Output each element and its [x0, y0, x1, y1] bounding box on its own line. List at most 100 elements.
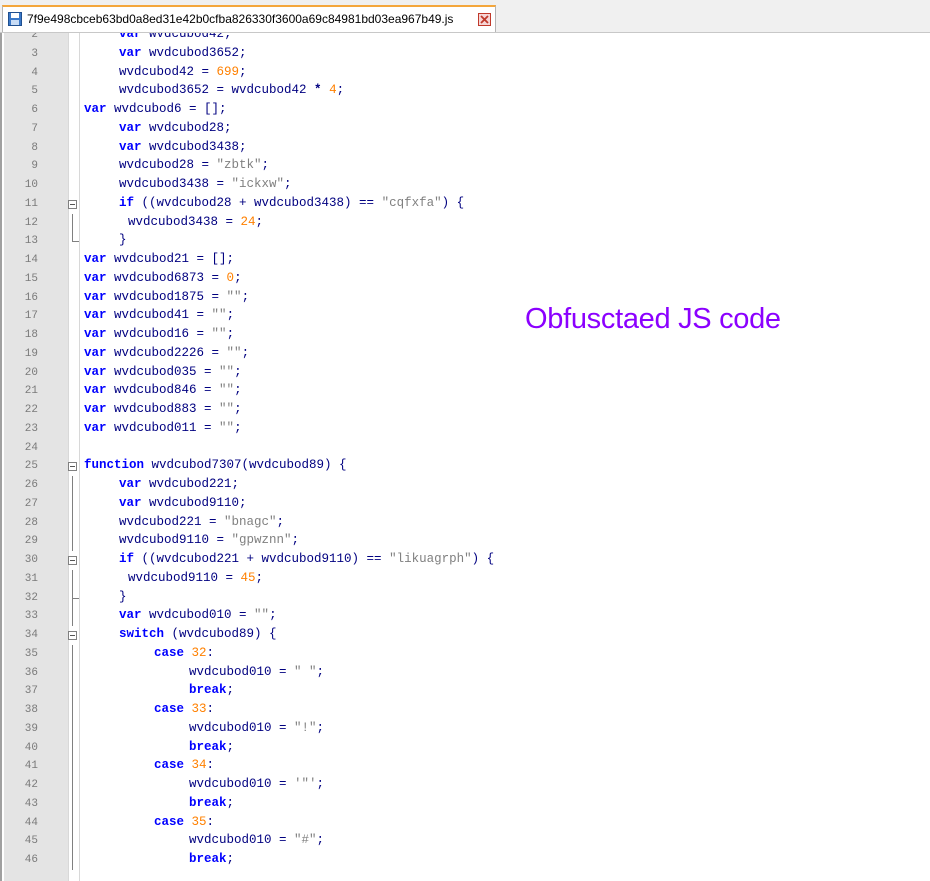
code-text: wvdcubod3438 = "ickxw";: [119, 177, 292, 191]
line-number: 37: [24, 685, 38, 698]
line-number: 18: [24, 329, 38, 341]
code-text: wvdcubod3438 = 24;: [128, 214, 264, 229]
code-line[interactable]: 10 wvdcubod3438 = "ickxw";: [0, 176, 930, 195]
line-number: 19: [24, 347, 38, 360]
code-line[interactable]: 19 var wvdcubod2226 = "";: [0, 345, 930, 364]
code-line[interactable]: 7 var wvdcubod28;: [0, 120, 930, 139]
line-number: 3: [31, 47, 38, 60]
line-number: 40: [24, 741, 38, 754]
code-line[interactable]: 40 break;: [0, 738, 930, 758]
fold-line: [72, 832, 73, 851]
code-text: var wvdcubod221;: [119, 477, 240, 491]
code-text: wvdcubod28 = "zbtk";: [119, 158, 270, 173]
code-text: var wvdcubod41 = "";: [84, 308, 235, 323]
code-line[interactable]: 34 switch (wvdcubod89) {: [0, 626, 930, 645]
code-line[interactable]: 12 wvdcubod3438 = 24;: [0, 213, 930, 233]
fold-line: [72, 719, 73, 739]
line-number: 21: [24, 385, 38, 398]
code-text: var wvdcubod2226 = "";: [84, 345, 250, 360]
code-line[interactable]: 29 wvdcubod9110 = "gpwznn";: [0, 532, 930, 551]
code-line[interactable]: 28 wvdcubod221 = "bnagc";: [0, 513, 930, 533]
line-number: 44: [24, 816, 38, 829]
code-line[interactable]: 14 var wvdcubod21 = [];: [0, 251, 930, 270]
line-number: 24: [24, 441, 38, 454]
code-editor[interactable]: 2 var wvdcubod42; 3 var wvdcubod3652; 4 wvdcu…: [0, 33, 930, 881]
close-icon[interactable]: [478, 13, 491, 26]
code-line[interactable]: 3 var wvdcubod3652;: [0, 45, 930, 64]
code-line[interactable]: 13}: [0, 232, 930, 251]
line-number: 38: [24, 704, 38, 716]
fold-line: [72, 813, 73, 833]
code-text: wvdcubod42 = 699;: [119, 64, 247, 79]
code-line[interactable]: 33 var wvdcubod010 = "";: [0, 607, 930, 626]
code-line[interactable]: 39 wvdcubod010 = "!";: [0, 719, 930, 739]
code-line[interactable]: 25 function wvdcubod7307(wvdcubod89) {: [0, 457, 930, 476]
code-text: var wvdcubod011 = "";: [84, 420, 242, 435]
line-number: 10: [24, 179, 38, 191]
line-number: 39: [24, 722, 38, 735]
code-line[interactable]: 41 case 34:: [0, 757, 930, 776]
code-line[interactable]: 43 break;: [0, 794, 930, 814]
code-text: case 32:: [154, 645, 215, 660]
line-number: 25: [24, 460, 38, 473]
code-line[interactable]: 20 var wvdcubod035 = "";: [0, 364, 930, 383]
fold-toggle-icon[interactable]: [68, 631, 77, 640]
code-line[interactable]: 16 var wvdcubod1875 = "";: [0, 289, 930, 308]
code-line[interactable]: 27 var wvdcubod9110;: [0, 494, 930, 514]
fold-toggle-icon[interactable]: [68, 199, 77, 209]
code-line[interactable]: 38 case 33:: [0, 701, 930, 720]
fold-line: [72, 851, 73, 870]
code-text: var wvdcubod3438;: [119, 139, 247, 154]
code-line[interactable]: 42 wvdcubod010 = '"';: [0, 776, 930, 795]
code-line[interactable]: 26 var wvdcubod221;: [0, 476, 930, 495]
code-line[interactable]: 31 wvdcubod9110 = 45;: [0, 569, 930, 589]
code-text: wvdcubod010 = " ";: [189, 664, 325, 679]
code-line[interactable]: 5 wvdcubod3652 = wvdcubod42 * 4;: [0, 82, 930, 101]
annotation-label: Obfusctaed JS code: [525, 303, 781, 335]
code-line[interactable]: 8 var wvdcubod3438;: [0, 139, 930, 158]
code-line[interactable]: 21 var wvdcubod846 = "";: [0, 382, 930, 401]
code-text: break;: [189, 683, 235, 698]
code-text: wvdcubod9110 = 45;: [128, 570, 264, 585]
code-line[interactable]: 9 wvdcubod28 = "zbtk";: [0, 157, 930, 176]
line-number: 11: [24, 197, 38, 210]
fold-line: [72, 738, 73, 758]
fold-line: [72, 494, 73, 514]
code-line[interactable]: 44 case 35:: [0, 813, 930, 833]
code-line[interactable]: 45 wvdcubod010 = "#";: [0, 832, 930, 851]
line-number: 23: [24, 422, 38, 435]
fold-line: [72, 644, 73, 664]
line-number: 30: [24, 554, 38, 566]
code-line[interactable]: 46 break;: [0, 851, 930, 870]
code-line[interactable]: 24: [0, 439, 930, 458]
code-text: wvdcubod221 = "bnagc";: [119, 514, 285, 529]
code-line[interactable]: 15 var wvdcubod6873 = 0;: [0, 270, 930, 289]
code-text: break;: [189, 739, 235, 754]
line-number: 2: [31, 33, 38, 41]
code-line[interactable]: 22 var wvdcubod883 = "";: [0, 401, 930, 420]
code-line[interactable]: 17 var wvdcubod41 = "";: [0, 307, 930, 326]
fold-line: [72, 663, 73, 683]
line-number: 15: [24, 272, 38, 285]
code-line[interactable]: 37 break;: [0, 682, 930, 701]
code-line[interactable]: 23 var wvdcubod011 = "";: [0, 420, 930, 439]
line-number: 7: [31, 122, 38, 135]
tab-bar: 7f9e498cbceb63bd0a8ed31e42b0cfba826330f3…: [0, 0, 930, 33]
code-line[interactable]: 30 if ((wvdcubod221 + wvdcubod9110) == "l…: [0, 551, 930, 570]
line-number: 17: [24, 310, 38, 323]
fold-line: [72, 794, 73, 814]
code-line[interactable]: 32}: [0, 588, 930, 608]
code-lines: 2 var wvdcubod42; 3 var wvdcubod3652; 4 wvdcu…: [0, 33, 930, 870]
fold-toggle-icon[interactable]: [68, 462, 77, 472]
tab-file[interactable]: 7f9e498cbceb63bd0a8ed31e42b0cfba826330f3…: [2, 5, 496, 32]
code-line[interactable]: 11 if ((wvdcubod28 + wvdcubod3438) == "cq…: [0, 195, 930, 214]
code-line[interactable]: 36 wvdcubod010 = " ";: [0, 663, 930, 683]
fold-toggle-icon[interactable]: [68, 556, 77, 565]
line-number: 31: [24, 572, 38, 585]
code-text: wvdcubod010 = "!";: [189, 720, 325, 735]
code-line[interactable]: 18 var wvdcubod16 = "";: [0, 326, 930, 345]
code-line[interactable]: 4 wvdcubod42 = 699;: [0, 64, 930, 83]
code-line[interactable]: 2 var wvdcubod42;: [0, 33, 930, 45]
code-line[interactable]: 35 case 32:: [0, 644, 930, 664]
code-line[interactable]: 6 var wvdcubod6 = [];: [0, 101, 930, 120]
